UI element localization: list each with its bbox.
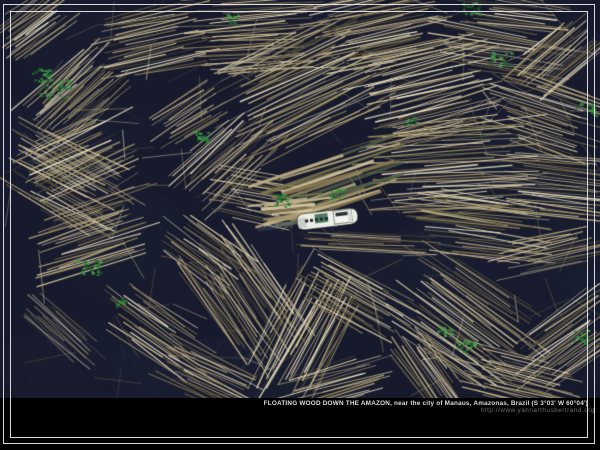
caption-bar: FLOATING WOOD DOWN THE AMAZON, near the … [0, 398, 600, 450]
photo-aerial-log-rafts [0, 0, 600, 450]
wallpaper: FLOATING WOOD DOWN THE AMAZON, near the … [0, 0, 600, 450]
caption-url: http://www.yannarthusbertrand.org [0, 407, 595, 414]
caption-title: FLOATING WOOD DOWN THE AMAZON, near the … [0, 400, 588, 407]
